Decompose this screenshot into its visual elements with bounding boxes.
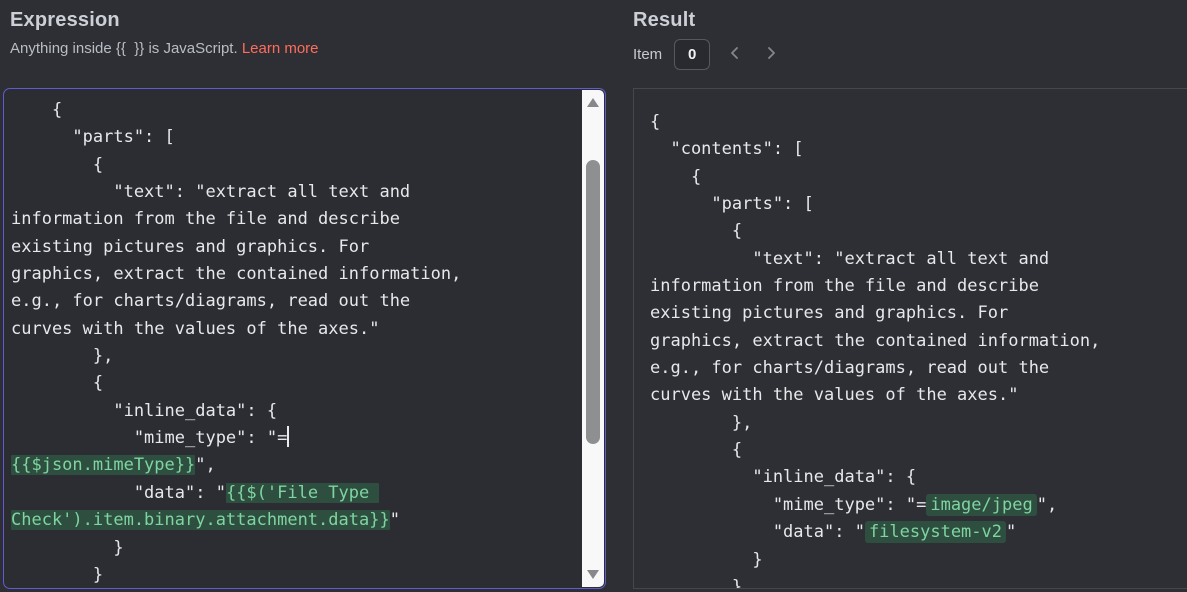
code-line: "parts": [ [11,127,175,148]
learn-more-link[interactable]: Learn more [242,40,319,57]
code-line: } [650,576,743,589]
expression-editor-input[interactable]: { "parts": [ { "text": "extract all text… [3,88,606,589]
code-line: "parts": [ [650,194,814,215]
chevron-left-icon [727,45,743,64]
expression-editor-modal: Expression Anything inside {{ }} is Java… [0,0,1187,592]
code-line: } [650,549,763,570]
code-line: "text": "extract all text and [650,248,1050,269]
code-line: existing pictures and graphics. For [650,303,1009,324]
expression-panel-title: Expression [10,9,120,31]
code-line: e.g., for charts/diagrams, read out the [650,358,1050,379]
code-line: "data": " filesystem-v2 " [650,521,1017,544]
code-line: curves with the values of the axes." [650,385,1019,406]
code-line: information from the file and describe [650,276,1039,297]
result-panel-header: Result Item 0 [633,9,782,70]
item-label: Item [633,46,663,63]
editor-scrollbar-thumb[interactable] [586,160,600,444]
code-line: graphics, extract the contained informat… [650,330,1101,351]
code-line: Check').item.binary.attachment.data}}" [11,510,400,531]
code-line: "inline_data": { [11,400,278,421]
code-line: { [650,221,743,242]
code-line: { [650,112,661,132]
code-line: "text": "extract all text and [11,182,411,203]
code-line: "data": "{{$('File Type [11,482,380,503]
next-item-button[interactable] [760,44,782,66]
code-line: "mime_type": "= [11,426,290,449]
scroll-down-icon[interactable] [587,570,599,579]
expression-hint-text: Anything inside {{ }} is JavaScript. [10,40,242,57]
editor-scrollbar[interactable] [582,90,604,587]
expression-code[interactable]: { "parts": [ { "text": "extract all text… [11,97,579,588]
code-line: } [11,537,124,558]
code-line: { [650,440,743,461]
code-line: information from the file and describe [11,209,400,230]
code-line: graphics, extract the contained informat… [11,264,462,285]
result-code: { "contents": [ { "parts": [ { "text": "… [650,109,1183,589]
result-output: { "contents": [ { "parts": [ { "text": "… [633,88,1187,589]
chevron-right-icon [763,45,779,64]
code-line: { [11,100,63,120]
text-cursor [287,426,290,448]
code-line: "inline_data": { [650,467,917,488]
code-line: curves with the values of the axes." [11,318,380,339]
scroll-up-icon[interactable] [587,98,599,107]
code-line: { [650,166,702,187]
code-line: e.g., for charts/diagrams, read out the [11,291,411,312]
code-line: } [11,564,104,585]
prev-item-button[interactable] [724,44,746,66]
code-line: "mime_type": "= image/jpeg ", [650,493,1058,516]
code-line: existing pictures and graphics. For [11,236,370,257]
item-navigation: Item 0 [633,39,782,70]
code-line: { [11,373,104,394]
code-line: { [11,154,104,175]
item-index-input[interactable]: 0 [674,39,711,70]
expression-hint: Anything inside {{ }} is JavaScript. Lea… [10,40,319,57]
result-panel-title: Result [633,9,696,31]
code-line: {{$json.mimeType}}", [11,455,216,476]
code-line: "contents": [ [650,139,804,160]
code-line: }, [650,412,753,433]
code-line: }, [11,346,114,367]
expression-panel-header: Expression Anything inside {{ }} is Java… [10,9,319,57]
